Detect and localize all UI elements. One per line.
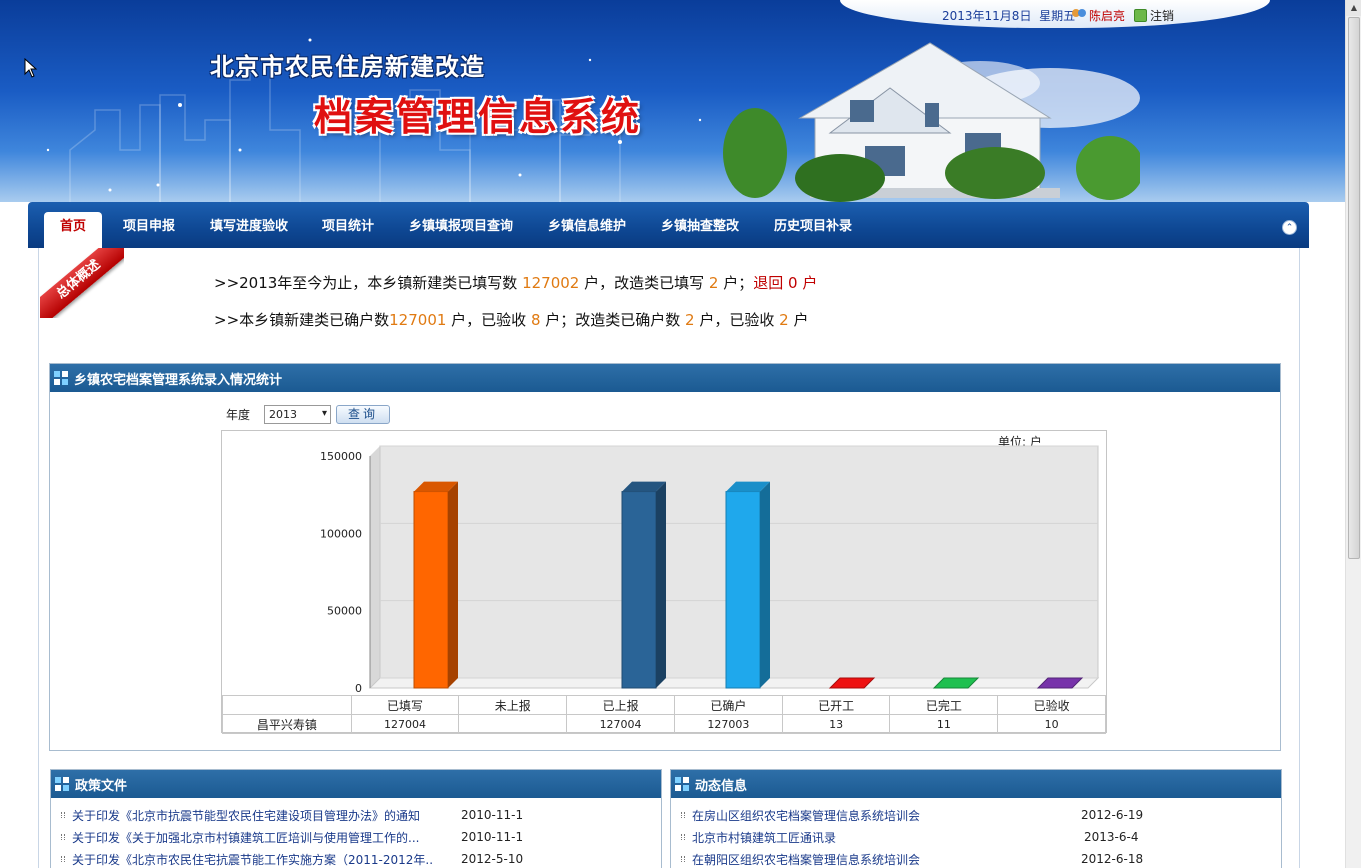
value-label: 127004	[350, 714, 460, 734]
year-filter: 年度 2013 查询	[226, 405, 391, 424]
mouse-cursor-icon	[24, 58, 38, 78]
nav-progress-acceptance[interactable]: 填写进度验收	[210, 215, 288, 234]
value-row: 昌平兴寿镇 127004 127004 127003 13 11 10	[222, 714, 1106, 734]
nav-town-inspection[interactable]: 乡镇抽查整改	[661, 215, 739, 234]
policy-panel-header: 政策文件	[51, 770, 661, 798]
bullet-icon	[61, 834, 65, 840]
category-label: 已验收	[997, 695, 1106, 715]
y-tick-label: 50000	[327, 605, 362, 618]
nav-history-supplement[interactable]: 历史项目补录	[774, 215, 852, 234]
list-item[interactable]: 在朝阳区组织农宅档案管理信息系统培训会 2012-6-18	[681, 848, 1281, 868]
page-scrollbar[interactable]: ▲	[1345, 0, 1361, 868]
overview-line-2: >>本乡镇新建类已确户数127001 户，已验收 8 户；改造类已确户数 2 户…	[214, 311, 809, 329]
bar-chart: 单位: 户 0 50000 100000 150000 已填写 未上报 已上报 已确户 已开工…	[221, 430, 1107, 734]
policy-panel: 政策文件 关于印发《北京市抗震节能型农民住宅建设项目管理办法》的通知 2010-1…	[50, 769, 662, 868]
value-label: 10	[997, 714, 1106, 734]
category-label: 已完工	[889, 695, 999, 715]
system-title: 档案管理信息系统	[314, 97, 643, 139]
overview-ribbon: 总体概述	[40, 248, 124, 318]
nav-project-stats[interactable]: 项目统计	[322, 215, 374, 234]
bullet-icon	[681, 834, 685, 840]
value-label: 13	[781, 714, 891, 734]
category-label: 已开工	[781, 695, 891, 715]
nav-town-info-maintain[interactable]: 乡镇信息维护	[548, 215, 626, 234]
chevron-up-icon: ⌃	[1285, 222, 1294, 233]
news-panel: 动态信息 在房山区组织农宅档案管理信息系统培训会 2012-6-19 北京市村镇建…	[670, 769, 1282, 868]
category-row: 已填写 未上报 已上报 已确户 已开工 已完工 已验收	[222, 695, 1106, 715]
header-banner: 2013年11月8日 星期五 陈启亮 注销 北京市农民住房新建改造 档案管理信息…	[0, 0, 1345, 202]
value-label: 11	[889, 714, 999, 734]
logout-icon	[1134, 9, 1147, 22]
collapse-header-button[interactable]: ⌃	[1282, 220, 1297, 235]
grid-icon	[54, 371, 68, 385]
value-label: 127003	[673, 714, 783, 734]
grid-icon	[55, 777, 69, 791]
user-icon	[1072, 9, 1087, 22]
category-label: 已确户	[673, 695, 783, 715]
list-item[interactable]: 关于印发《北京市抗震节能型农民住宅建设项目管理办法》的通知 2010-11-1	[61, 804, 661, 826]
scroll-up-icon[interactable]: ▲	[1346, 0, 1361, 16]
policy-list: 关于印发《北京市抗震节能型农民住宅建设项目管理办法》的通知 2010-11-1 关…	[51, 798, 661, 868]
news-panel-header: 动态信息	[671, 770, 1281, 798]
bar-已填写	[413, 481, 458, 689]
bar-已确户	[725, 481, 770, 689]
current-date: 2013年11月8日 星期五	[942, 9, 1076, 23]
bullet-icon	[681, 856, 685, 862]
list-item[interactable]: 在房山区组织农宅档案管理信息系统培训会 2012-6-19	[681, 804, 1281, 826]
value-label	[458, 714, 568, 734]
stats-panel-header: 乡镇农宅档案管理系统录入情况统计	[50, 364, 1280, 392]
logout-link[interactable]: 注销	[1134, 7, 1174, 24]
bullet-icon	[61, 856, 65, 862]
value-label: 127004	[566, 714, 675, 734]
bullet-icon	[681, 812, 685, 818]
chart-data-table: 已填写 未上报 已上报 已确户 已开工 已完工 已验收 昌平兴寿镇 127004 127004…	[222, 695, 1106, 734]
main-nav: 首页 项目申报 填写进度验收 项目统计 乡镇填报项目查询 乡镇信息维护 乡镇抽查…	[28, 202, 1309, 248]
nav-town-project-query[interactable]: 乡镇填报项目查询	[409, 215, 513, 234]
list-item[interactable]: 关于印发《关于加强北京市村镇建筑工匠培训与使用管理工作的... 2010-11-1	[61, 826, 661, 848]
category-label: 已上报	[566, 695, 675, 715]
news-list: 在房山区组织农宅档案管理信息系统培训会 2012-6-19 北京市村镇建筑工匠通讯…	[671, 798, 1281, 868]
stats-panel: 乡镇农宅档案管理系统录入情况统计 年度 2013 查询 单位: 户 050000…	[49, 363, 1281, 751]
bullet-icon	[61, 812, 65, 818]
current-user[interactable]: 陈启亮	[1072, 7, 1125, 24]
y-tick-label: 0	[355, 682, 362, 695]
skyline-graphic	[46, 38, 702, 202]
scrollbar-thumb[interactable]	[1348, 17, 1360, 559]
overview-line-1: >>2013年至今为止，本乡镇新建类已填写数 127002 户，改造类已填写 2…	[214, 274, 818, 292]
y-tick-label: 150000	[320, 450, 362, 463]
year-select[interactable]: 2013	[264, 405, 332, 424]
system-subtitle: 北京市农民住房新建改造	[210, 54, 485, 81]
row-label: 昌平兴寿镇	[222, 714, 352, 734]
house-illustration	[723, 42, 1140, 202]
chart-side-wall	[370, 446, 380, 688]
nav-project-apply[interactable]: 项目申报	[123, 215, 175, 234]
query-button[interactable]: 查询	[336, 405, 391, 424]
chart-svg: 0 50000 100000 150000	[320, 445, 1100, 695]
nav-home[interactable]: 首页	[44, 212, 103, 248]
list-item[interactable]: 北京市村镇建筑工匠通讯录 2013-6-4	[681, 826, 1281, 848]
category-label: 已填写	[350, 695, 460, 715]
grid-icon	[675, 777, 689, 791]
bar-已上报	[621, 481, 666, 689]
y-tick-label: 100000	[320, 527, 362, 540]
category-label: 未上报	[458, 695, 568, 715]
list-item[interactable]: 关于印发《北京市农民住宅抗震节能工作实施方案（2011-2012年... 2012…	[61, 848, 661, 868]
